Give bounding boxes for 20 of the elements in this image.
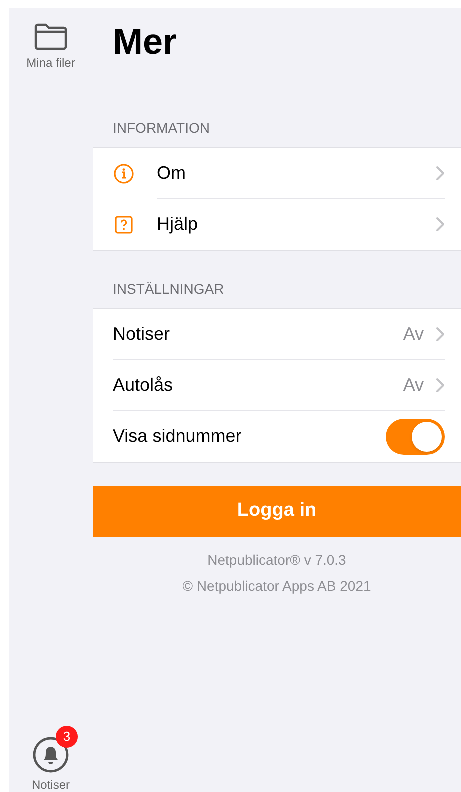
row-label[interactable]: Notiser <box>113 320 404 348</box>
chevron-right-icon <box>436 166 445 180</box>
sidebar-tab[interactable]: Mina filer <box>9 22 93 70</box>
page-title: Mer <box>112 20 178 64</box>
notification-badge: 3 <box>56 726 78 748</box>
chevron-right-icon <box>436 217 445 232</box>
section-header: INFORMATION <box>112 119 211 138</box>
row-label[interactable]: Autolås <box>113 372 404 398</box>
help-icon <box>113 214 135 236</box>
section-header: INSTÄLLNINGAR <box>112 280 226 299</box>
footer-text: © Netpublicator Apps AB 2021 <box>182 577 372 596</box>
footer-text: Netpublicator® v 7.0.3 <box>208 551 346 570</box>
sidebar-tab[interactable]: 3 Notiser <box>9 726 93 792</box>
info-icon <box>113 162 135 184</box>
toggle-switch[interactable] <box>386 418 445 454</box>
chevron-right-icon <box>436 378 445 392</box>
row-value: Av <box>403 322 424 346</box>
row-value: Av <box>403 374 424 396</box>
chevron-right-icon <box>436 326 445 342</box>
folder-icon <box>33 22 69 52</box>
